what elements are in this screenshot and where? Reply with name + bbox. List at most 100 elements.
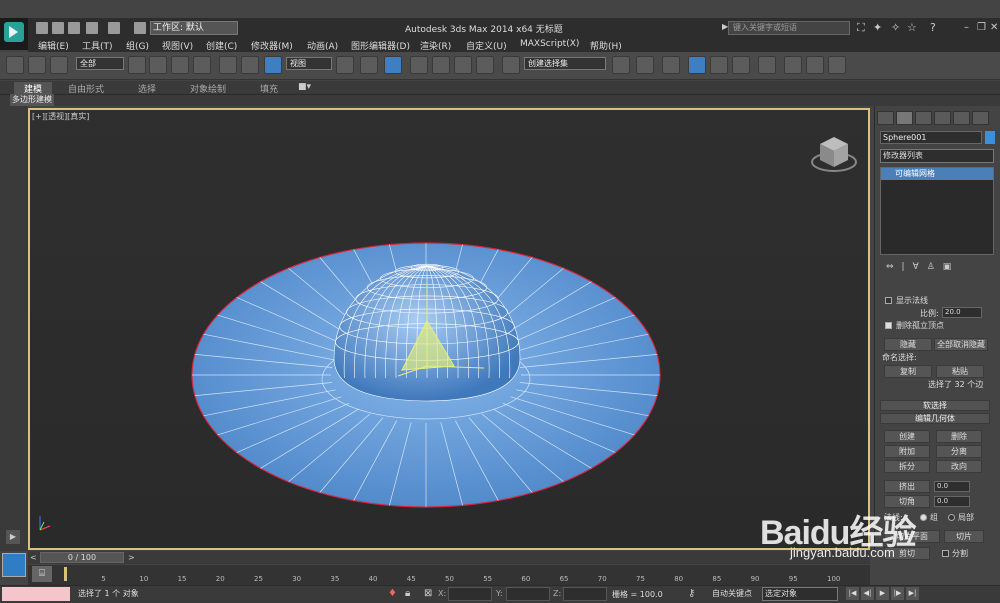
layer-manager-icon[interactable] (662, 56, 680, 74)
link-icon[interactable] (6, 56, 24, 74)
minimize-button[interactable]: – (964, 22, 969, 33)
select-by-name-icon[interactable] (149, 56, 167, 74)
key-filter-select[interactable]: 选定对象 (762, 587, 838, 601)
close-button[interactable]: ✕ (990, 22, 998, 33)
isolate-icon[interactable]: ♦ (388, 588, 397, 599)
schematic-view-icon[interactable] (732, 56, 750, 74)
binoculars-icon[interactable]: ✦ (873, 21, 882, 34)
menu-animation[interactable]: 动画(A) (307, 39, 338, 52)
save-file-icon[interactable] (68, 22, 80, 34)
paste-button[interactable]: 粘贴 (936, 365, 984, 378)
select-manipulate-icon[interactable] (360, 56, 378, 74)
prev-key-icon[interactable]: ◀| (861, 587, 874, 600)
bind-spacewarp-icon[interactable] (50, 56, 68, 74)
chamfer-spinner[interactable]: 0.0 (934, 496, 970, 507)
turn-button[interactable]: 改向 (936, 460, 982, 473)
create-tab-icon[interactable] (877, 111, 894, 125)
normal-group-radio[interactable] (920, 514, 927, 521)
menu-customize[interactable]: 自定义(U) (466, 39, 507, 52)
edit-named-sel-icon[interactable] (502, 56, 520, 74)
open-file-icon[interactable] (52, 22, 64, 34)
menu-group[interactable]: 组(G) (126, 39, 149, 52)
soft-selection-rollout[interactable]: 软选择 (880, 400, 990, 411)
keyboard-shortcut-icon[interactable] (384, 56, 402, 74)
window-crossing-icon[interactable] (193, 56, 211, 74)
select-object-icon[interactable] (128, 56, 146, 74)
tools-icon[interactable]: ✧ (891, 21, 900, 34)
render-frame-icon[interactable] (806, 56, 824, 74)
auto-key-button[interactable]: 自动关键点 (712, 587, 752, 601)
help-icon[interactable]: ? (930, 21, 936, 34)
menu-edit[interactable]: 编辑(E) (38, 39, 69, 52)
prev-frame-icon[interactable]: < (30, 553, 37, 562)
undo-icon[interactable] (86, 22, 98, 34)
stack-item-editable-mesh[interactable]: 可编辑网格 (881, 168, 993, 180)
menu-maxscript[interactable]: MAXScript(X) (520, 39, 579, 49)
project-folder-icon[interactable] (134, 22, 146, 34)
y-coord-field[interactable] (506, 587, 550, 601)
selection-filter-select[interactable]: 全部 (76, 57, 124, 70)
time-slider[interactable] (28, 551, 870, 564)
angle-snap-icon[interactable] (432, 56, 450, 74)
align-icon[interactable] (636, 56, 654, 74)
x-coord-field[interactable] (448, 587, 492, 601)
app-menu-button[interactable] (0, 18, 28, 50)
utilities-tab-icon[interactable] (972, 111, 989, 125)
copy-button[interactable]: 复制 (884, 365, 932, 378)
slice-button[interactable]: 切片 (944, 530, 984, 543)
menu-rendering[interactable]: 渲染(R) (420, 39, 451, 52)
hierarchy-tab-icon[interactable] (915, 111, 932, 125)
menu-views[interactable]: 视图(V) (162, 39, 193, 52)
snap-toggle-icon[interactable] (410, 56, 428, 74)
delete-button[interactable]: 删除 (936, 430, 982, 443)
move-icon[interactable] (219, 56, 237, 74)
next-frame-icon[interactable]: > (128, 553, 135, 562)
lock-icon[interactable]: 🔒︎ (405, 588, 410, 599)
motion-tab-icon[interactable] (934, 111, 951, 125)
set-key-icon[interactable]: ⚷ (688, 588, 695, 599)
named-selection-select[interactable]: 创建选择集 (524, 57, 606, 70)
workspace-select[interactable]: 工作区: 默认 (150, 21, 238, 35)
curve-editor-icon[interactable] (710, 56, 728, 74)
infocenter-icon[interactable]: ⛶ (857, 21, 865, 35)
rotate-icon[interactable] (241, 56, 259, 74)
detach-button[interactable]: 分离 (936, 445, 982, 458)
scale-spinner[interactable]: 20.0 (942, 307, 982, 318)
favorite-star-icon[interactable]: ☆ (907, 21, 917, 34)
stack-tools-icons[interactable]: ⇔|∀♙▣ (886, 262, 959, 272)
time-slider-knob[interactable]: 0 / 100 (40, 552, 124, 563)
scale-icon[interactable] (264, 56, 282, 74)
object-color-swatch[interactable] (985, 131, 995, 144)
edit-geometry-rollout[interactable]: 编辑几何体 (880, 413, 990, 424)
search-input[interactable]: 键入关键字或短语 (728, 21, 850, 35)
render-setup-icon[interactable] (784, 56, 802, 74)
extrude-button[interactable]: 挤出 (884, 480, 930, 493)
mini-listener[interactable] (2, 553, 26, 577)
mirror-icon[interactable] (612, 56, 630, 74)
rect-selection-icon[interactable] (171, 56, 189, 74)
delete-isolated-checkbox[interactable] (885, 322, 892, 329)
menu-graph-editors[interactable]: 图形编辑器(D) (351, 39, 410, 52)
show-normals-checkbox[interactable] (885, 297, 892, 304)
modify-tab-icon[interactable] (896, 111, 913, 125)
pivot-center-icon[interactable] (336, 56, 354, 74)
expand-left-icon[interactable]: ▶ (6, 530, 20, 544)
tab-polygon-modeling[interactable]: 多边形建模 (10, 94, 54, 106)
display-tab-icon[interactable] (953, 111, 970, 125)
next-key-icon[interactable]: |▶ (891, 587, 904, 600)
menu-modifiers[interactable]: 修改器(M) (251, 39, 293, 52)
normal-local-radio[interactable] (948, 514, 955, 521)
reference-coord-select[interactable]: 视图 (286, 57, 332, 70)
restore-button[interactable]: ❐ (977, 22, 986, 33)
redo-icon[interactable] (108, 22, 120, 34)
create-button[interactable]: 创建 (884, 430, 930, 443)
unhide-all-button[interactable]: 全部取消隐藏 (934, 338, 988, 351)
ribbon-options-icon[interactable]: ■▾ (298, 82, 311, 92)
modifier-list-select[interactable]: 修改器列表 (880, 149, 994, 163)
menu-tools[interactable]: 工具(T) (82, 39, 113, 52)
divide-button[interactable]: 拆分 (884, 460, 930, 473)
menu-help[interactable]: 帮助(H) (590, 39, 622, 52)
goto-end-icon[interactable]: ▶| (906, 587, 919, 600)
viewcube-icon[interactable] (810, 130, 858, 174)
render-production-icon[interactable] (828, 56, 846, 74)
